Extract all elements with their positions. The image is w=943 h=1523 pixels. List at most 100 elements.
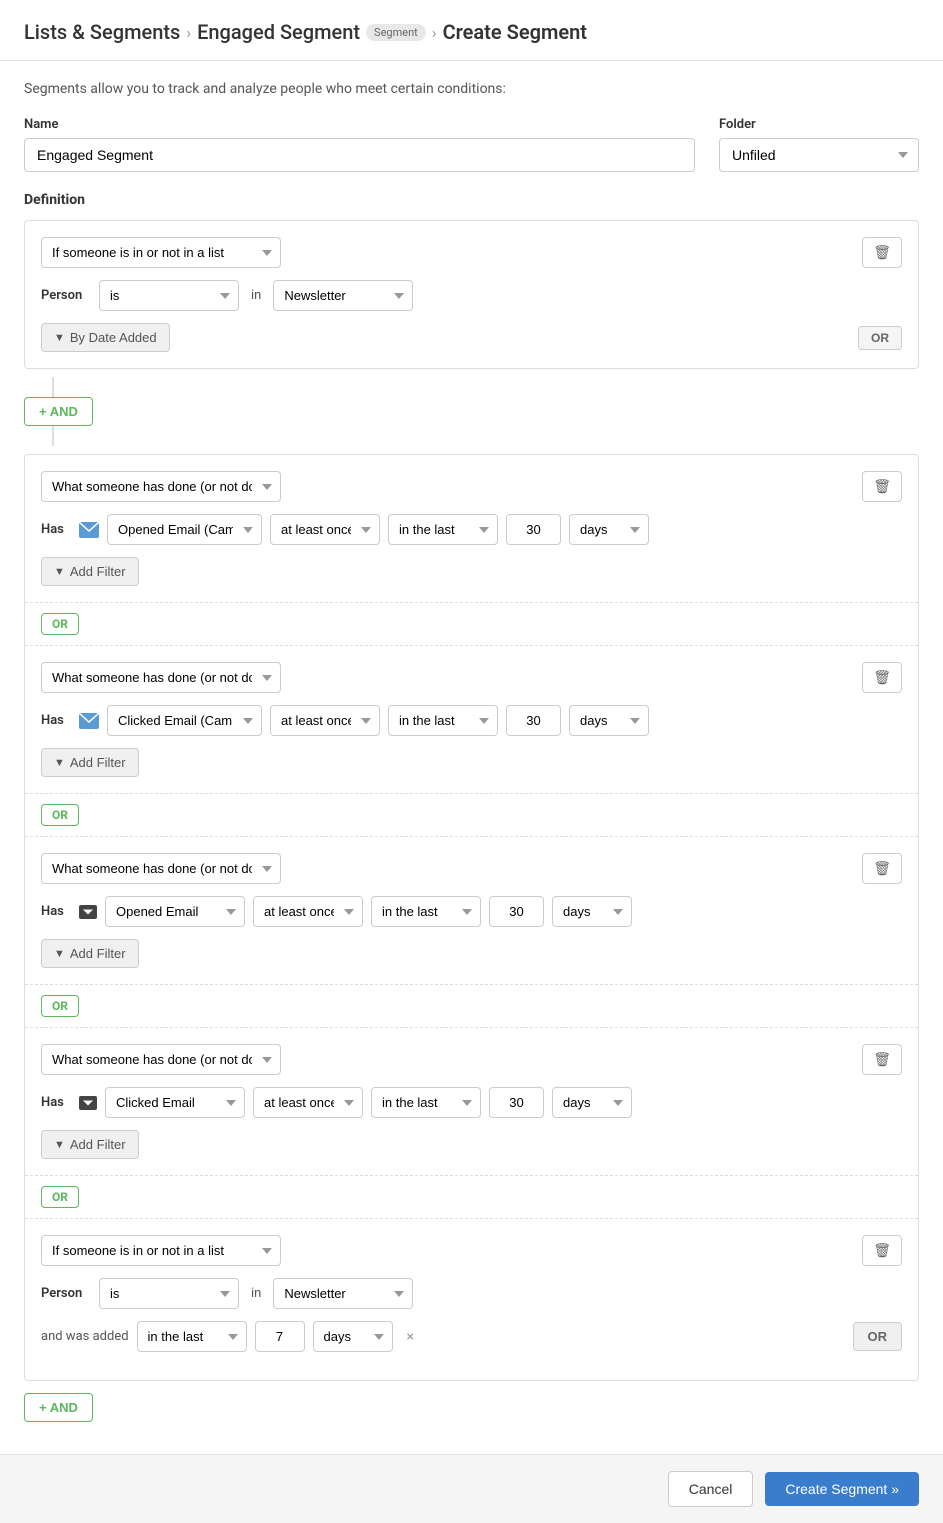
folder-group: Folder Unfiled <box>719 117 919 172</box>
has-label-or3: Has <box>41 904 71 919</box>
activity-select-or2[interactable]: Clicked Email (Campaign <box>107 705 262 736</box>
add-filter-label-or4: Add Filter <box>70 1137 126 1152</box>
number-input-or3[interactable] <box>489 896 544 927</box>
footer-bar: Cancel Create Segment » <box>0 1454 943 1523</box>
add-filter-or2-button[interactable]: ▼ Add Filter <box>41 748 139 777</box>
add-filter-row-or2: ▼ Add Filter <box>41 748 902 777</box>
delete-or5-button[interactable]: 🗑 <box>862 1235 902 1266</box>
plain-email-icon-or4 <box>79 1096 97 1110</box>
date-unit-select[interactable]: days <box>313 1321 393 1352</box>
number-input-or2[interactable] <box>506 705 561 736</box>
name-label: Name <box>24 117 695 132</box>
in-label-or5: in <box>247 1286 265 1301</box>
person-is-select-or5[interactable]: is <box>99 1278 239 1309</box>
add-filter-label-or2: Add Filter <box>70 755 126 770</box>
delete-block1-button[interactable]: 🗑 <box>862 237 902 268</box>
delete-or3-button[interactable]: 🗑 <box>862 853 902 884</box>
date-range-select[interactable]: in the last <box>137 1321 247 1352</box>
activity-select-or4[interactable]: Clicked Email <box>105 1087 245 1118</box>
timerange-select-or2[interactable]: in the last <box>388 705 498 736</box>
or-section-2: What someone has done (or not done) 🗑 Ha… <box>25 646 918 793</box>
date-added-row: and was added in the last days × OR <box>41 1321 902 1352</box>
breadcrumb-sep1: › <box>186 23 191 42</box>
ctype-select-or4[interactable]: What someone has done (or not done) <box>41 1044 281 1075</box>
filter-icon-or2: ▼ <box>54 757 65 769</box>
or-separator-1: OR <box>25 603 918 645</box>
by-date-added-button[interactable]: ▼ By Date Added <box>41 323 170 352</box>
ctype-row-or1: What someone has done (or not done) 🗑 <box>41 471 902 502</box>
or-tag-2[interactable]: OR <box>41 804 79 826</box>
person-list-select[interactable]: Newsletter <box>273 280 413 311</box>
breadcrumb-lists[interactable]: Lists & Segments <box>24 20 180 44</box>
ctype-select-or5[interactable]: If someone is in or not in a list <box>41 1235 281 1266</box>
or-tag-4[interactable]: OR <box>41 1186 79 1208</box>
or-tag-3[interactable]: OR <box>41 995 79 1017</box>
or-section-1: What someone has done (or not done) 🗑 Ha… <box>25 455 918 602</box>
campaign-icon-or2 <box>79 713 99 729</box>
add-filter-label-or1: Add Filter <box>70 564 126 579</box>
or-section-4: What someone has done (or not done) 🗑 Ha… <box>25 1028 918 1175</box>
ctype-select-or2[interactable]: What someone has done (or not done) <box>41 662 281 693</box>
or-tag-1[interactable]: OR <box>41 613 79 635</box>
create-segment-button[interactable]: Create Segment » <box>765 1472 919 1506</box>
add-filter-or1-button[interactable]: ▼ Add Filter <box>41 557 139 586</box>
add-filter-or3-button[interactable]: ▼ Add Filter <box>41 939 139 968</box>
activity-select-or1[interactable]: Opened Email (Campaign <box>107 514 262 545</box>
timerange-select-or4[interactable]: in the last <box>371 1087 481 1118</box>
or-conditions-block: What someone has done (or not done) 🗑 Ha… <box>24 454 919 1381</box>
or-separator-2: OR <box>25 794 918 836</box>
filter-icon: ▼ <box>54 332 65 344</box>
add-filter-row-or4: ▼ Add Filter <box>41 1130 902 1159</box>
block5-or-button[interactable]: OR <box>853 1322 903 1351</box>
unit-select-or4[interactable]: days <box>552 1087 632 1118</box>
activity-select-or3[interactable]: Opened Email <box>105 896 245 927</box>
folder-select[interactable]: Unfiled <box>719 138 919 172</box>
ctype-row-or2: What someone has done (or not done) 🗑 <box>41 662 902 693</box>
unit-select-or3[interactable]: days <box>552 896 632 927</box>
breadcrumb-engaged[interactable]: Engaged Segment <box>197 20 360 44</box>
filter-icon-or3: ▼ <box>54 948 65 960</box>
date-number-input[interactable] <box>255 1321 305 1352</box>
close-date-filter[interactable]: × <box>401 1327 420 1347</box>
freq-select-or1[interactable]: at least once <box>270 514 380 545</box>
breadcrumb: Lists & Segments › Engaged Segment Segme… <box>24 20 919 44</box>
ctype-row-or3: What someone has done (or not done) 🗑 <box>41 853 902 884</box>
person-list-select-or5[interactable]: Newsletter <box>273 1278 413 1309</box>
breadcrumb-badge: Segment <box>366 24 426 41</box>
and-connector-1: + AND <box>24 369 919 454</box>
and-button-1[interactable]: + AND <box>24 397 93 426</box>
freq-select-or3[interactable]: at least once <box>253 896 363 927</box>
ctype-select-or1[interactable]: What someone has done (or not done) <box>41 471 281 502</box>
cancel-button[interactable]: Cancel <box>668 1471 754 1507</box>
freq-select-or4[interactable]: at least once <box>253 1087 363 1118</box>
unit-select-or2[interactable]: days <box>569 705 649 736</box>
condition-type-select-1[interactable]: If someone is in or not in a list <box>41 237 281 268</box>
form-row: Name Folder Unfiled <box>24 117 919 172</box>
folder-label: Folder <box>719 117 919 132</box>
person-label-or5: Person <box>41 1286 91 1301</box>
delete-or4-button[interactable]: 🗑 <box>862 1044 902 1075</box>
activity-row-or1: Has Opened Email (Campaign at least once <box>41 514 902 545</box>
definition-label: Definition <box>24 192 919 208</box>
delete-or1-button[interactable]: 🗑 <box>862 471 902 502</box>
number-input-or4[interactable] <box>489 1087 544 1118</box>
person-is-select[interactable]: is <box>99 280 239 311</box>
has-label-or1: Has <box>41 522 71 537</box>
ctype-select-or3[interactable]: What someone has done (or not done) <box>41 853 281 884</box>
timerange-select-or3[interactable]: in the last <box>371 896 481 927</box>
or-separator-4: OR <box>25 1176 918 1218</box>
add-filter-row-or3: ▼ Add Filter <box>41 939 902 968</box>
name-input[interactable] <box>24 138 695 172</box>
delete-or2-button[interactable]: 🗑 <box>862 662 902 693</box>
has-label-or4: Has <box>41 1095 71 1110</box>
number-input-or1[interactable] <box>506 514 561 545</box>
add-filter-or4-button[interactable]: ▼ Add Filter <box>41 1130 139 1159</box>
person-label-1: Person <box>41 288 91 303</box>
has-label-or2: Has <box>41 713 71 728</box>
block1-or-button[interactable]: OR <box>858 326 902 350</box>
timerange-select-or1[interactable]: in the last <box>388 514 498 545</box>
unit-select-or1[interactable]: days <box>569 514 649 545</box>
vert-line-2 <box>52 426 54 446</box>
freq-select-or2[interactable]: at least once <box>270 705 380 736</box>
and-button-2[interactable]: + AND <box>24 1393 93 1422</box>
